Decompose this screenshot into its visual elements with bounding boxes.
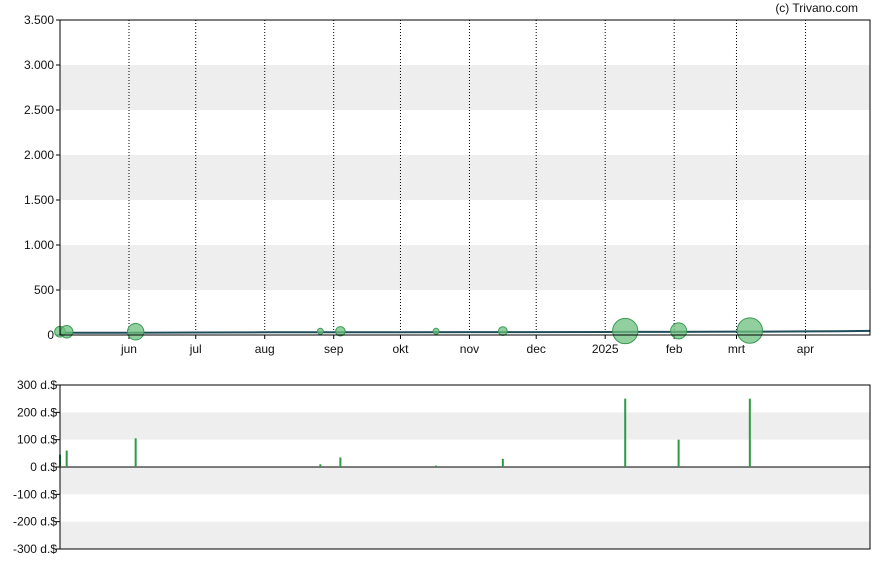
price-y-tick-label: 2.000 <box>24 148 54 162</box>
transaction-bubble <box>612 317 639 345</box>
price-x-tick-label: mrt <box>728 342 746 356</box>
volume-grid-band <box>60 521 870 549</box>
price-y-tick-label: 3.500 <box>24 13 54 27</box>
transaction-bubble <box>316 327 324 335</box>
transaction-bubble <box>432 327 440 335</box>
price-x-tick-label: sep <box>324 342 344 356</box>
volume-grid-band <box>60 467 870 495</box>
price-y-tick-label: 0 <box>47 328 54 342</box>
volume-bar <box>435 465 438 467</box>
price-y-tick-label: 3.000 <box>24 58 54 72</box>
transaction-bubble <box>126 323 145 341</box>
price-grid-band <box>60 245 870 290</box>
price-y-tick-label: 1.000 <box>24 238 54 252</box>
volume-bar <box>134 438 137 467</box>
price-x-tick-label: 2025 <box>592 342 619 356</box>
price-grid-band <box>60 65 870 110</box>
price-y-tick-label: 500 <box>34 283 54 297</box>
transaction-bubble <box>59 325 74 339</box>
price-y-tick-label: 1.500 <box>24 193 54 207</box>
volume-bar <box>501 458 504 467</box>
price-x-tick-label: jun <box>120 342 137 356</box>
volume-bar <box>65 450 68 467</box>
price-grid-band <box>60 155 870 200</box>
transaction-bubble <box>497 326 508 337</box>
volume-y-tick-label: 200 d.$ <box>17 405 57 419</box>
volume-bar <box>748 398 751 467</box>
volume-y-tick-label: 100 d.$ <box>17 433 57 447</box>
volume-bar <box>677 439 680 467</box>
price-x-tick-label: feb <box>666 342 683 356</box>
volume-panel: 300 d.$ 200 d.$ 100 d.$ 0 d.$ -100 d.$ -200 d… <box>13 378 871 556</box>
chart-root: (c) Trivano.com jun jul aug sep okt nov dec 202… <box>0 0 888 565</box>
volume-bar <box>624 398 627 467</box>
price-x-tick-label: aug <box>255 342 275 356</box>
price-x-tick-label: nov <box>460 342 479 356</box>
chart-svg: jun jul aug sep okt nov dec 2025 feb mrt apr 0 500 1.… <box>13 13 871 556</box>
price-panel: jun jul aug sep okt nov dec 2025 feb mrt apr 0 500 1.… <box>24 13 871 356</box>
price-y-tick-label: 2.500 <box>24 103 54 117</box>
volume-grid-band <box>60 412 870 440</box>
transaction-bubble <box>736 317 763 344</box>
volume-y-tick-label: 300 d.$ <box>17 378 57 392</box>
volume-y-tick-label: -300 d.$ <box>13 542 57 556</box>
credit-label: (c) Trivano.com <box>775 1 858 15</box>
volume-y-tick-label: -200 d.$ <box>13 515 57 529</box>
transaction-bubble <box>670 322 688 340</box>
price-x-tick-label: dec <box>527 342 546 356</box>
price-x-tick-label: okt <box>392 342 409 356</box>
volume-bar <box>319 464 322 467</box>
volume-y-tick-label: -100 d.$ <box>13 487 57 501</box>
price-x-tick-label: apr <box>797 342 814 356</box>
price-x-tick-label: jul <box>189 342 202 356</box>
volume-y-tick-label: 0 d.$ <box>30 460 57 474</box>
volume-bar <box>339 457 342 467</box>
